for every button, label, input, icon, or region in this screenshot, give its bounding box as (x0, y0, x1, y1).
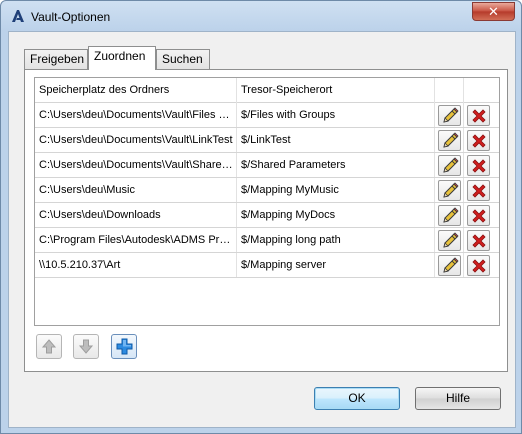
delete-x-icon (472, 209, 486, 223)
column-header-folder[interactable]: Speicherplatz des Ordners (35, 78, 237, 103)
add-mapping-button[interactable] (111, 334, 137, 359)
pencil-icon (443, 107, 459, 123)
vault-location-cell[interactable]: $/Mapping server (237, 253, 435, 277)
delete-x-icon (472, 184, 486, 198)
delete-cell (464, 153, 493, 177)
plus-icon (116, 338, 133, 355)
table-row[interactable]: C:\Users\deu\Documents\Vault\Files with … (35, 103, 499, 128)
edit-mapping-button[interactable] (438, 255, 461, 276)
close-button[interactable]: ✕ (472, 2, 515, 21)
edit-cell (435, 178, 464, 202)
edit-cell (435, 153, 464, 177)
table-header: Speicherplatz des Ordners Tresor-Speiche… (35, 78, 499, 103)
vault-location-cell[interactable]: $/Mapping long path (237, 228, 435, 252)
column-header-delete (464, 78, 493, 103)
mapping-table: Speicherplatz des Ordners Tresor-Speiche… (34, 77, 500, 326)
delete-mapping-button[interactable] (467, 205, 490, 226)
table-row[interactable]: C:\Users\deu\Downloads $/Mapping MyDocs (35, 203, 499, 228)
pencil-icon (443, 182, 459, 198)
delete-mapping-button[interactable] (467, 155, 490, 176)
arrow-up-icon (41, 339, 57, 354)
delete-mapping-button[interactable] (467, 180, 490, 201)
dialog-client-area: Freigeben Zuordnen Suchen Speicherplatz … (8, 31, 516, 428)
pencil-icon (443, 157, 459, 173)
delete-mapping-button[interactable] (467, 130, 490, 151)
delete-x-icon (472, 109, 486, 123)
table-row[interactable]: C:\Program Files\Autodesk\ADMS Professio… (35, 228, 499, 253)
tab-freigeben[interactable]: Freigeben (24, 49, 88, 69)
vault-location-cell[interactable]: $/LinkTest (237, 128, 435, 152)
folder-path-cell[interactable]: C:\Users\deu\Downloads (35, 203, 237, 227)
move-down-button[interactable] (73, 334, 99, 359)
help-button[interactable]: Hilfe (415, 387, 501, 410)
table-row[interactable]: C:\Users\deu\Documents\Vault\LinkTest $/L… (35, 128, 499, 153)
edit-mapping-button[interactable] (438, 230, 461, 251)
edit-cell (435, 103, 464, 127)
folder-path-cell[interactable]: C:\Users\deu\Documents\Vault\Shared Para… (35, 153, 237, 177)
column-header-edit (435, 78, 464, 103)
vault-location-cell[interactable]: $/Mapping MyDocs (237, 203, 435, 227)
delete-cell (464, 103, 493, 127)
table-row[interactable]: \\10.5.210.37\Art $/Mapping server (35, 253, 499, 278)
vault-app-icon (12, 10, 24, 22)
edit-mapping-button[interactable] (438, 105, 461, 126)
folder-path-cell[interactable]: C:\Program Files\Autodesk\ADMS Professio… (35, 228, 237, 252)
edit-cell (435, 203, 464, 227)
delete-mapping-button[interactable] (467, 255, 490, 276)
delete-cell (464, 203, 493, 227)
tab-zuordnen[interactable]: Zuordnen (88, 46, 156, 70)
tab-panel-zuordnen: Speicherplatz des Ordners Tresor-Speiche… (24, 69, 508, 372)
column-header-vault-location[interactable]: Tresor-Speicherort (237, 78, 435, 103)
move-up-button[interactable] (36, 334, 62, 359)
window-title: Vault-Optionen (31, 10, 111, 24)
folder-path-cell[interactable]: C:\Users\deu\Music (35, 178, 237, 202)
tab-suchen[interactable]: Suchen (156, 49, 210, 69)
delete-mapping-button[interactable] (467, 105, 490, 126)
ok-button[interactable]: OK (314, 387, 400, 410)
edit-cell (435, 228, 464, 252)
arrow-down-icon (78, 339, 94, 354)
delete-x-icon (472, 134, 486, 148)
vault-location-cell[interactable]: $/Shared Parameters (237, 153, 435, 177)
vault-location-cell[interactable]: $/Files with Groups (237, 103, 435, 127)
table-row[interactable]: C:\Users\deu\Documents\Vault\Shared Para… (35, 153, 499, 178)
delete-cell (464, 253, 493, 277)
edit-cell (435, 128, 464, 152)
vault-location-cell[interactable]: $/Mapping MyMusic (237, 178, 435, 202)
delete-cell (464, 178, 493, 202)
pencil-icon (443, 132, 459, 148)
delete-x-icon (472, 159, 486, 173)
title-bar[interactable]: Vault-Optionen ✕ (1, 1, 521, 31)
pencil-icon (443, 207, 459, 223)
edit-mapping-button[interactable] (438, 180, 461, 201)
pencil-icon (443, 257, 459, 273)
delete-cell (464, 128, 493, 152)
folder-path-cell[interactable]: C:\Users\deu\Documents\Vault\Files with … (35, 103, 237, 127)
folder-path-cell[interactable]: C:\Users\deu\Documents\Vault\LinkTest (35, 128, 237, 152)
edit-mapping-button[interactable] (438, 130, 461, 151)
delete-x-icon (472, 234, 486, 248)
delete-x-icon (472, 259, 486, 273)
vault-options-dialog: Vault-Optionen ✕ Freigeben Zuordnen Such… (0, 0, 522, 434)
pencil-icon (443, 232, 459, 248)
edit-mapping-button[interactable] (438, 155, 461, 176)
delete-mapping-button[interactable] (467, 230, 490, 251)
folder-path-cell[interactable]: \\10.5.210.37\Art (35, 253, 237, 277)
edit-cell (435, 253, 464, 277)
table-row[interactable]: C:\Users\deu\Music $/Mapping MyMusic (35, 178, 499, 203)
delete-cell (464, 228, 493, 252)
edit-mapping-button[interactable] (438, 205, 461, 226)
